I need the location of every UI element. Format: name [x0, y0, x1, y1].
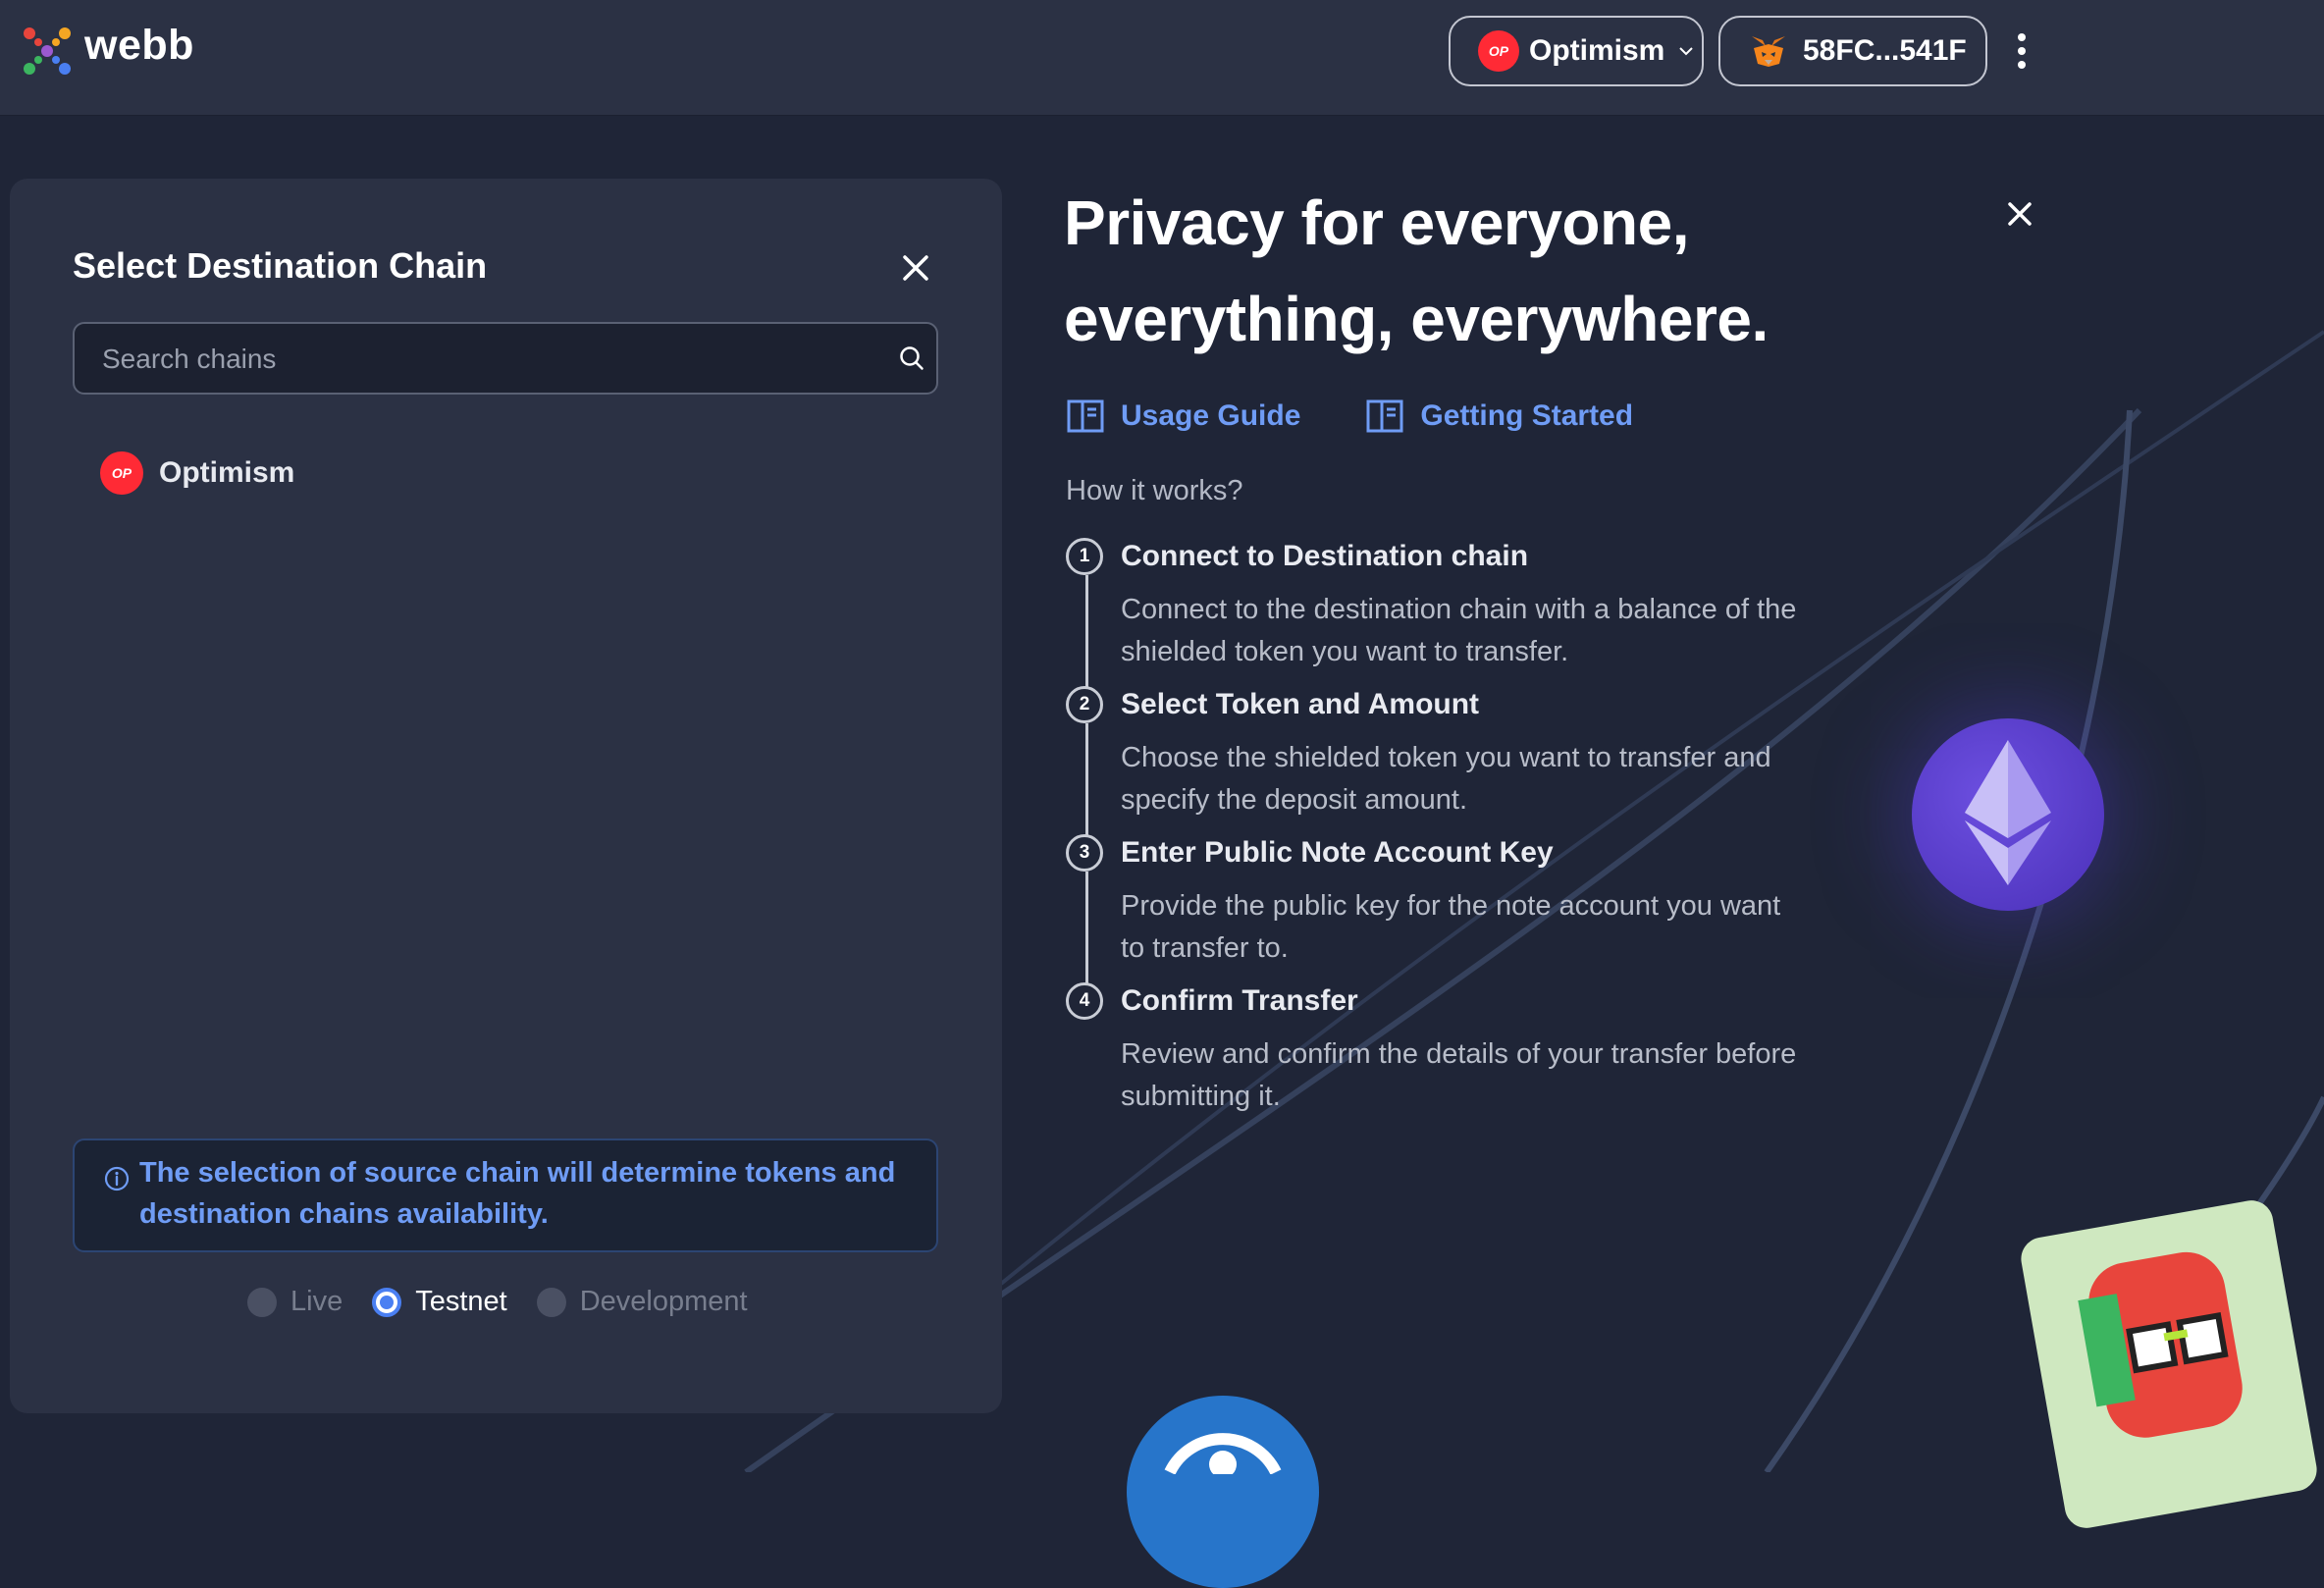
info-text: The selection of source chain will deter… — [139, 1157, 896, 1230]
guide-links: Usage Guide Getting Started — [1066, 398, 1698, 434]
search-icon[interactable] — [899, 345, 924, 371]
hero-line-1: Privacy for everyone, — [1064, 187, 1689, 258]
book-icon — [1366, 399, 1403, 433]
radio-label: Development — [579, 1286, 748, 1317]
search-field — [73, 322, 938, 395]
select-destination-chain-panel: Select Destination Chain OP Optimism The… — [10, 179, 1002, 1413]
network-label: Optimism — [1529, 34, 1665, 67]
step-connector — [1085, 723, 1088, 835]
nft-avatar-card — [2017, 1196, 2321, 1532]
step-description: Review and confirm the details of your t… — [1121, 1038, 1797, 1112]
optimism-icon: OP — [1478, 30, 1519, 72]
radio-live[interactable]: Live — [247, 1286, 343, 1318]
step-number: 3 — [1066, 834, 1103, 872]
chevron-down-icon — [1679, 47, 1694, 56]
step-description: Connect to the destination chain with a … — [1121, 594, 1797, 667]
radio-button-selected[interactable] — [372, 1287, 402, 1317]
link-label: Getting Started — [1420, 399, 1634, 432]
step-title: Confirm Transfer — [1121, 984, 1358, 1017]
wallet-account-button[interactable]: 58FC...541F — [1718, 16, 1987, 86]
radio-button[interactable] — [536, 1287, 566, 1317]
metamask-fox-icon — [1752, 36, 1785, 67]
how-it-works-title: How it works? — [1066, 475, 1243, 506]
network-mode-radio-group: Live Testnet Development — [247, 1286, 777, 1318]
network-selector-button[interactable]: OP Optimism — [1449, 16, 1704, 86]
hero-line-2: everything, everywhere. — [1064, 284, 1769, 354]
step-description: Provide the public key for the note acco… — [1121, 890, 1781, 964]
radio-development[interactable]: Development — [536, 1286, 748, 1318]
step-description: Choose the shielded token you want to tr… — [1121, 742, 1771, 816]
step-connector — [1085, 575, 1088, 687]
wallet-address: 58FC...541F — [1803, 34, 1967, 67]
step-number: 2 — [1066, 686, 1103, 723]
step-number: 4 — [1066, 982, 1103, 1020]
search-input[interactable] — [75, 324, 909, 395]
chain-label: Optimism — [159, 456, 295, 489]
top-navbar: webb OP Optimism 58FC...541F — [0, 0, 2324, 116]
hero-heading: Privacy for everyone, everything, everyw… — [1064, 175, 1947, 367]
info-icon — [104, 1166, 130, 1191]
usage-guide-link[interactable]: Usage Guide — [1066, 398, 1300, 434]
close-icon[interactable] — [901, 253, 930, 283]
radio-testnet[interactable]: Testnet — [372, 1286, 507, 1318]
step-connector — [1085, 872, 1088, 983]
book-icon — [1067, 399, 1104, 433]
brand-name: webb — [84, 22, 194, 69]
radio-label: Testnet — [415, 1286, 507, 1317]
chain-option-optimism[interactable]: OP Optimism — [100, 451, 294, 495]
step-title: Select Token and Amount — [1121, 688, 1480, 720]
link-label: Usage Guide — [1121, 399, 1301, 432]
close-icon[interactable] — [2006, 200, 2034, 228]
ethereum-coin-icon — [1912, 718, 2104, 911]
radio-button[interactable] — [247, 1287, 277, 1317]
step-title: Connect to Destination chain — [1121, 540, 1529, 572]
webb-logo-icon — [24, 27, 71, 75]
optimism-icon: OP — [100, 451, 143, 495]
step-title: Enter Public Note Account Key — [1121, 836, 1554, 869]
more-options-icon[interactable] — [2012, 29, 2032, 73]
usdc-coin-icon — [1127, 1396, 1319, 1588]
step-number: 1 — [1066, 538, 1103, 575]
panel-title: Select Destination Chain — [73, 245, 488, 286]
getting-started-link[interactable]: Getting Started — [1365, 398, 1633, 434]
radio-label: Live — [290, 1286, 343, 1317]
info-alert: The selection of source chain will deter… — [73, 1138, 938, 1252]
